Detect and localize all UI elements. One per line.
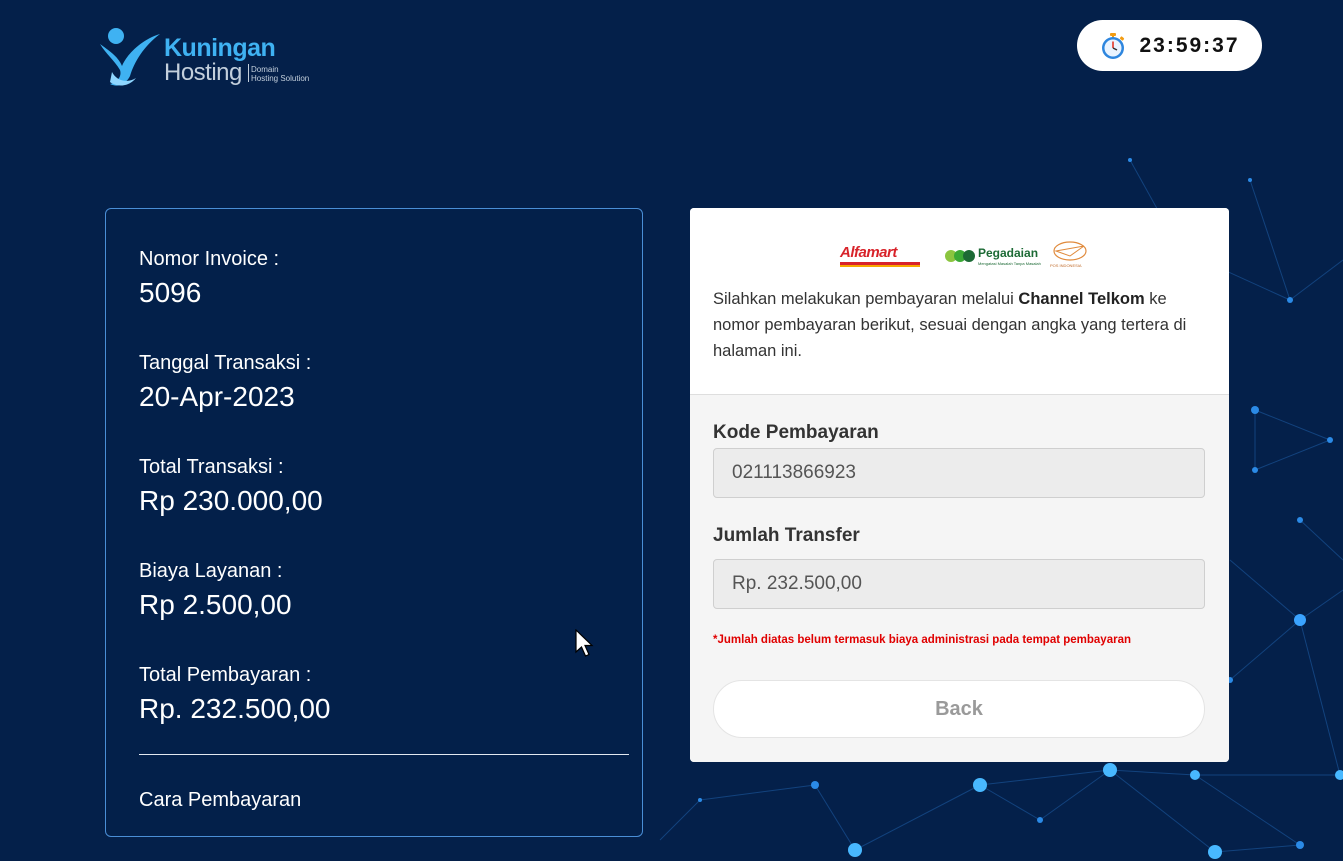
payment-channel-name: Channel Telkom xyxy=(1018,290,1145,308)
how-to-pay-link[interactable]: Cara Pembayaran xyxy=(139,789,301,812)
brand-separator xyxy=(248,64,249,82)
payment-code-label: Kode Pembayaran xyxy=(713,422,879,443)
service-fee-item: Biaya Layanan : Rp 2.500,00 xyxy=(139,559,292,622)
countdown-timer: 23:59:37 xyxy=(1077,20,1262,71)
brand-tagline-line2: Hosting Solution xyxy=(251,74,310,83)
invoice-summary-panel: Nomor Invoice : 5096 Tanggal Transaksi :… xyxy=(105,208,643,837)
payment-partner-logos: Alfamart Pegadaian Mengatasi Masalah Tan… xyxy=(840,240,1100,270)
pegadaian-logo: Pegadaian Mengatasi Masalah Tanpa Masala… xyxy=(944,243,1044,269)
invoice-number-label: Nomor Invoice : xyxy=(139,248,280,270)
payment-card-header: Alfamart Pegadaian Mengatasi Masalah Tan… xyxy=(690,208,1229,395)
transfer-amount-field[interactable]: Rp. 232.500,00 xyxy=(713,559,1205,609)
back-button[interactable]: Back xyxy=(713,680,1205,738)
brand-logo-icon xyxy=(100,28,160,86)
pegadaian-logo-icon xyxy=(945,250,975,262)
brand-name-line2: Hosting xyxy=(164,59,242,86)
alfamart-logo-text: Alfamart xyxy=(840,244,897,261)
instruction-text-before: Silahkan melakukan pembayaran melalui xyxy=(713,290,1019,308)
payment-instructions-card: Alfamart Pegadaian Mengatasi Masalah Tan… xyxy=(690,208,1229,762)
pegadaian-logo-text: Pegadaian xyxy=(978,246,1039,260)
brand-tagline-line1: Domain xyxy=(251,65,279,74)
admin-fee-note: *Jumlah diatas belum termasuk biaya admi… xyxy=(713,634,1131,646)
pos-indonesia-logo-text: POS INDONESIA xyxy=(1050,263,1082,268)
service-fee-label: Biaya Layanan : xyxy=(139,560,283,582)
alfamart-logo-bar-yellow xyxy=(840,265,920,267)
transaction-total-label: Total Transaksi : xyxy=(139,456,284,478)
mouse-cursor-icon xyxy=(575,629,594,657)
service-fee-value: Rp 2.500,00 xyxy=(139,589,292,620)
pegadaian-logo-tagline: Mengatasi Masalah Tanpa Masalah xyxy=(978,261,1041,266)
brand-tagline: Domain Hosting Solution xyxy=(251,65,309,83)
payment-total-value: Rp. 232.500,00 xyxy=(139,693,331,724)
invoice-divider xyxy=(139,754,629,755)
payment-total-item: Total Pembayaran : Rp. 232.500,00 xyxy=(139,663,331,726)
payment-details-section: Kode Pembayaran 021113866923 Jumlah Tran… xyxy=(690,395,1229,762)
pos-indonesia-logo: POS INDONESIA xyxy=(1050,240,1092,270)
invoice-number-item: Nomor Invoice : 5096 xyxy=(139,247,279,310)
pos-indonesia-logo-icon xyxy=(1053,241,1087,261)
timer-value: 23:59:37 xyxy=(1139,33,1240,57)
transaction-date-item: Tanggal Transaksi : 20-Apr-2023 xyxy=(139,351,311,414)
invoice-number-value: 5096 xyxy=(139,277,202,308)
payment-total-label: Total Pembayaran : xyxy=(139,664,312,686)
stopwatch-icon xyxy=(1102,32,1125,59)
transaction-total-value: Rp 230.000,00 xyxy=(139,485,323,516)
payment-instruction-text: Silahkan melakukan pembayaran melalui Ch… xyxy=(713,286,1203,364)
alfamart-logo: Alfamart xyxy=(840,244,920,267)
payment-code-field[interactable]: 021113866923 xyxy=(713,448,1205,498)
transfer-amount-label: Jumlah Transfer xyxy=(713,525,860,546)
brand-logo[interactable]: Kuningan Hosting Domain Hosting Solution xyxy=(96,26,336,90)
transaction-date-label: Tanggal Transaksi : xyxy=(139,352,312,374)
transaction-date-value: 20-Apr-2023 xyxy=(139,381,295,412)
transaction-total-item: Total Transaksi : Rp 230.000,00 xyxy=(139,455,323,518)
